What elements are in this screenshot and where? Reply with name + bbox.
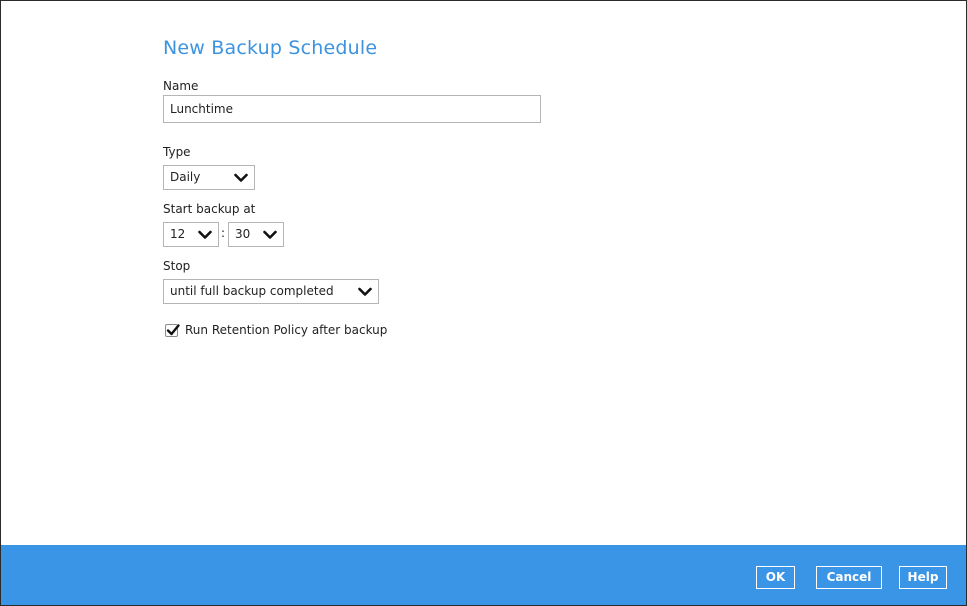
hour-select[interactable]: 12: [163, 222, 219, 247]
cancel-button[interactable]: Cancel: [816, 566, 882, 589]
dialog-title: New Backup Schedule: [163, 37, 378, 59]
chevron-down-icon: [198, 230, 212, 239]
name-input[interactable]: [163, 95, 541, 123]
stop-label: Stop: [163, 259, 191, 273]
dialog-footer: OK Cancel Help: [1, 545, 966, 605]
retention-checkbox[interactable]: [165, 324, 180, 337]
type-select-value: Daily: [170, 170, 201, 184]
backup-schedule-dialog: New Backup Schedule Name Type Daily Star…: [0, 0, 967, 606]
type-label: Type: [163, 145, 191, 159]
type-select[interactable]: Daily: [163, 165, 255, 190]
ok-button[interactable]: OK: [756, 566, 795, 589]
chevron-down-icon: [358, 287, 372, 296]
minute-select-value: 30: [235, 227, 251, 241]
stop-select[interactable]: until full backup completed: [163, 279, 379, 304]
retention-label: Run Retention Policy after backup: [185, 323, 388, 337]
help-button[interactable]: Help: [899, 566, 947, 589]
chevron-down-icon: [234, 173, 248, 182]
chevron-down-icon: [263, 230, 277, 239]
stop-select-value: until full backup completed: [170, 284, 334, 298]
hour-select-value: 12: [170, 227, 186, 241]
time-separator: :: [221, 226, 226, 240]
name-label: Name: [163, 79, 199, 93]
minute-select[interactable]: 30: [228, 222, 284, 247]
start-backup-label: Start backup at: [163, 202, 256, 216]
checkmark-icon: [166, 324, 180, 336]
